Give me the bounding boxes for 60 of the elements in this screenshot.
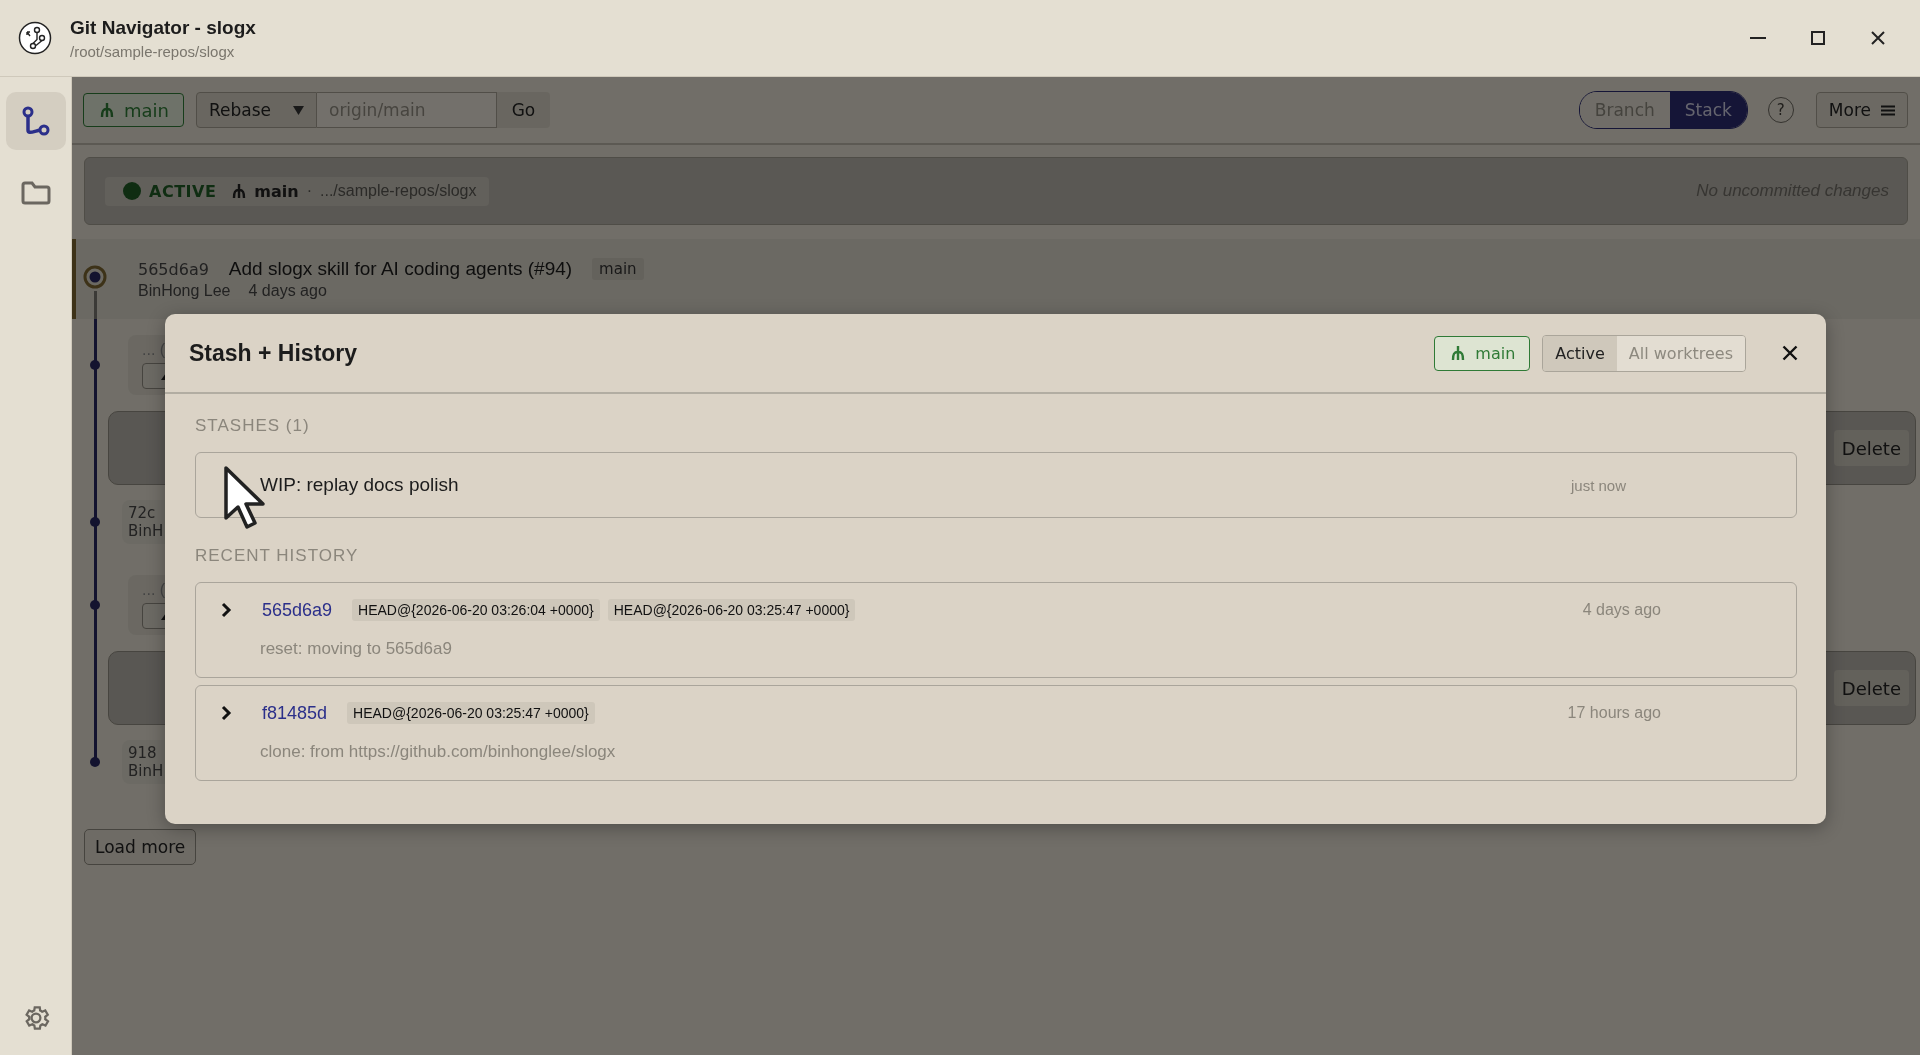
commit-author: BinH <box>128 762 165 780</box>
load-more-button[interactable]: Load more <box>84 829 197 865</box>
more-button[interactable]: More <box>1815 92 1908 128</box>
worktree-branch: main <box>254 181 299 201</box>
sidebar-item[interactable] <box>5 92 66 150</box>
commit-time: 4 days ago <box>248 282 327 300</box>
branch-icon <box>1451 344 1466 362</box>
commit-author: BinHong Lee <box>138 282 231 300</box>
dialog-title: Stash + History <box>189 339 359 367</box>
ref-filter-chip[interactable]: main <box>1434 335 1531 371</box>
folder-icon <box>20 181 51 205</box>
separator-dot: · <box>306 182 312 200</box>
stash-time: just now <box>1570 476 1626 494</box>
stash-message: WIP: replay docs polish <box>260 474 460 496</box>
commit-hash-link[interactable]: f81485d <box>262 702 328 724</box>
scope-toggle-button[interactable]: Active <box>1543 335 1617 371</box>
mode-select[interactable]: Rebase <box>196 92 317 128</box>
section-heading: RECENT HISTORY <box>195 546 360 566</box>
commit-hash: 72c <box>128 504 157 522</box>
scope-toggle-button[interactable]: All worktrees <box>1616 335 1745 371</box>
view-toggle-button[interactable]: Stack <box>1669 92 1747 128</box>
branch-tag: main <box>592 258 644 280</box>
repo-path: /root/sample-repos/slogx <box>70 42 236 60</box>
branch-icon <box>100 101 114 119</box>
reflog-ref: HEAD@{2026-06-20 03:25:47 +0000} <box>607 599 856 621</box>
delete-button[interactable]: Delete <box>1833 430 1909 466</box>
commit-hash: 565d6a9 <box>138 259 209 279</box>
section-heading: STASHES (1) <box>195 416 311 436</box>
chevron-right-icon[interactable] <box>220 602 232 618</box>
menu-icon <box>1881 104 1895 116</box>
git-graph-icon <box>21 106 50 136</box>
close-icon <box>1782 345 1798 361</box>
head-node-icon <box>83 265 107 289</box>
collapsed-label: ... ( <box>142 581 166 599</box>
minimize-icon <box>1750 37 1766 39</box>
app-logo-icon <box>18 21 52 55</box>
commit-hash: 918 <box>128 744 158 762</box>
commit-title: Add slogx skill for AI coding agents (#94) <box>228 258 573 280</box>
history-message: clone: from https://github.com/binhonglee/slogx <box>260 742 617 762</box>
branch-icon <box>232 182 247 200</box>
commit-author: BinH <box>128 522 165 540</box>
maximize-icon <box>1811 31 1825 45</box>
window-title: Git Navigator - slogx <box>70 16 257 39</box>
commit-hash-link[interactable]: 565d6a9 <box>262 599 333 621</box>
caret-down-icon <box>293 105 304 115</box>
reflog-ref: HEAD@{2026-06-20 03:25:47 +0000} <box>347 702 595 724</box>
history-item[interactable]: f81485d HEAD@{2026-06-20 03:25:47 +0000} 17 hours ago clone: from https://github.com/binhonglee/slogx <box>195 685 1797 781</box>
chevron-right-icon[interactable] <box>220 705 232 721</box>
stash-item[interactable]: WIP: replay docs polish just now <box>195 452 1797 518</box>
history-item[interactable]: 565d6a9 HEAD@{2026-06-20 03:26:04 +0000} HEAD@{2026-06-20 03:25:47 +0000} 4 days ago reset: moving to 565d6a9 <box>195 582 1797 678</box>
history-time: 17 hours ago <box>1567 704 1661 722</box>
delete-button[interactable]: Delete <box>1833 670 1909 706</box>
reflog-ref: HEAD@{2026-06-20 03:26:04 +0000} <box>352 599 600 621</box>
history-message: reset: moving to 565d6a9 <box>260 639 453 659</box>
active-status: ACTIVE <box>123 181 217 201</box>
go-button[interactable]: Go <box>497 92 550 128</box>
close-icon <box>1871 31 1885 45</box>
collapsed-label: ... ( <box>142 341 166 359</box>
current-ref-selector[interactable]: main <box>83 93 184 127</box>
history-time: 4 days ago <box>1582 601 1661 619</box>
